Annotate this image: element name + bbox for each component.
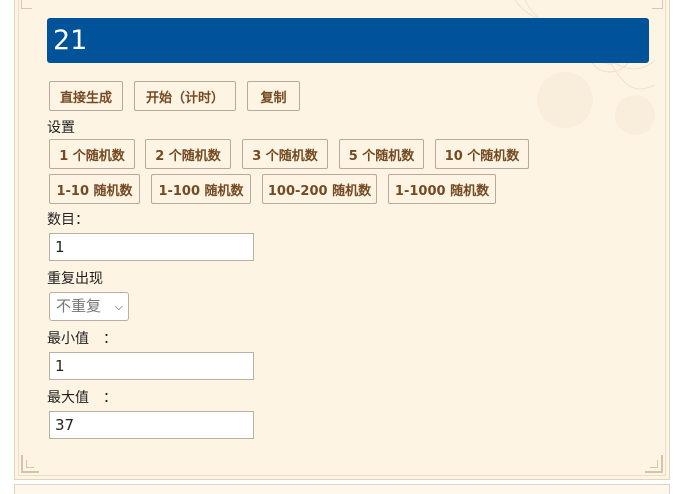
bottom-right-ornament: [645, 455, 663, 473]
range-1-100-button[interactable]: 1-100 随机数: [151, 174, 251, 204]
generate-button[interactable]: 直接生成: [49, 81, 123, 111]
count-label: 数目：: [47, 212, 89, 228]
preset-5-numbers-button[interactable]: 5 个随机数: [339, 139, 424, 169]
result-display: 21: [47, 18, 649, 63]
repeat-select-value: 不重复: [56, 297, 102, 315]
range-100-200-button[interactable]: 100-200 随机数: [262, 174, 377, 204]
preset-1-numbers-button[interactable]: 1 个随机数: [49, 139, 135, 169]
range-1-1000-button[interactable]: 1-1000 随机数: [388, 174, 496, 204]
top-left-ornament: [21, 0, 32, 9]
preset-3-numbers-button[interactable]: 3 个随机数: [242, 139, 328, 169]
min-label: 最小值 ：: [47, 331, 117, 347]
preset-2-numbers-button[interactable]: 2 个随机数: [145, 139, 231, 169]
start-timer-button[interactable]: 开始（计时）: [134, 81, 236, 111]
bottom-panel-edge: [14, 484, 670, 494]
bottom-left-ornament: [21, 455, 39, 473]
max-value-input[interactable]: 37: [49, 411, 254, 439]
count-input[interactable]: 1: [49, 233, 254, 261]
min-value-input[interactable]: 1: [49, 352, 254, 380]
chevron-down-icon: ⌵: [114, 300, 123, 313]
copy-button[interactable]: 复制: [247, 81, 300, 111]
repeat-select[interactable]: 不重复 ⌵: [49, 292, 129, 321]
max-label: 最大值 ：: [47, 390, 117, 406]
top-right-ornament: [652, 0, 663, 9]
settings-heading: 设置: [47, 120, 75, 136]
repeat-label: 重复出现: [47, 271, 103, 287]
range-1-10-button[interactable]: 1-10 随机数: [49, 174, 140, 204]
preset-10-numbers-button[interactable]: 10 个随机数: [435, 139, 529, 169]
